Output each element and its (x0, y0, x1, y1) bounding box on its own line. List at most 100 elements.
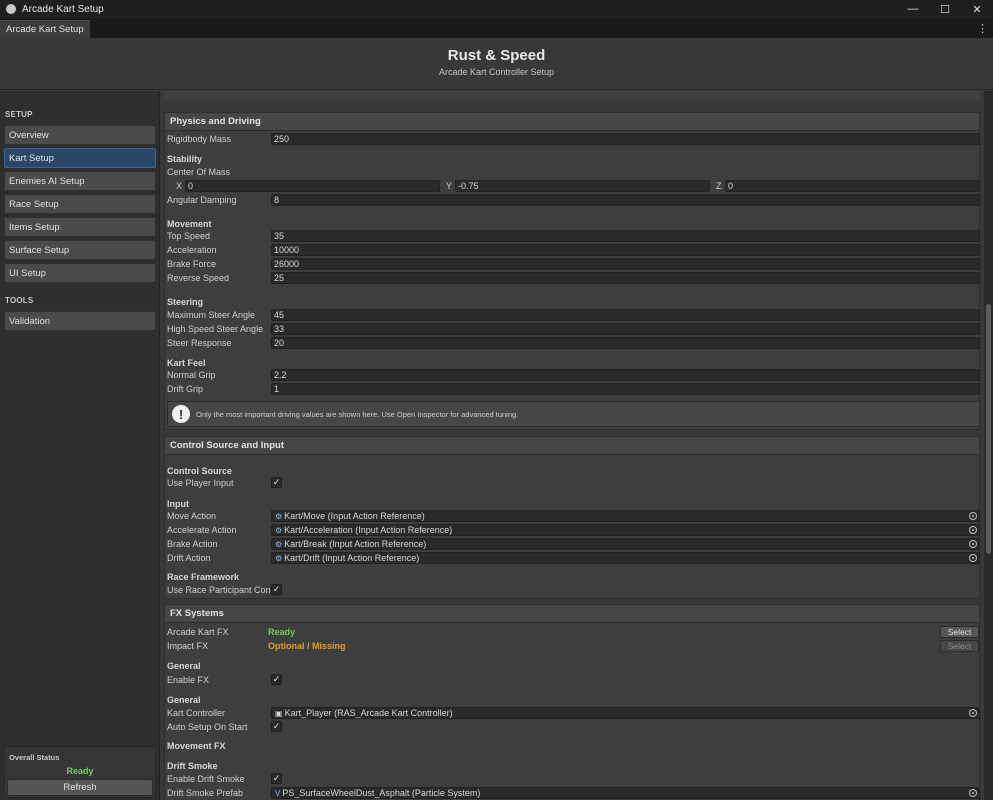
script-icon: ▣ (275, 708, 283, 718)
move-action-label: Move Action (167, 511, 217, 521)
steer-response-field[interactable]: 20 (271, 337, 980, 349)
center-of-mass-y-label: Y (446, 181, 453, 191)
use-player-input-label: Use Player Input (167, 478, 234, 488)
center-of-mass-x-field[interactable]: 0 (185, 180, 440, 192)
reverse-speed-label: Reverse Speed (167, 273, 230, 283)
high-speed-steer-angle-field[interactable]: 33 (271, 323, 980, 335)
enable-drift-smoke-checkbox[interactable]: ✓ (271, 773, 282, 784)
center-of-mass-y-field[interactable]: -0.75 (455, 180, 710, 192)
vertical-scrollbar[interactable] (984, 91, 993, 800)
control-panel: Control Source and Input Control Source … (164, 436, 980, 599)
sidebar-item-enemies-ai-setup[interactable]: Enemies AI Setup (4, 171, 156, 191)
sidebar-item-race-setup[interactable]: Race Setup (4, 194, 156, 214)
normal-grip-field[interactable]: 2.2 (271, 369, 980, 381)
move-action-field[interactable]: ⚙ Kart/Move (Input Action Reference) (271, 510, 980, 522)
window-title: Arcade Kart Setup (22, 3, 104, 15)
rigidbody-mass-field[interactable]: 250 (271, 133, 980, 145)
sidebar-item-surface-setup[interactable]: Surface Setup (4, 240, 156, 260)
drift-smoke-group-label: Drift Smoke (167, 761, 218, 771)
drift-grip-label: Drift Grip (167, 384, 203, 394)
sidebar-item-overview[interactable]: Overview (4, 125, 156, 145)
kart-controller-value: Kart_Player (RAS_Arcade Kart Controller) (284, 708, 453, 718)
object-picker-icon[interactable] (969, 709, 977, 717)
acceleration-label: Acceleration (167, 245, 217, 255)
angular-damping-label: Angular Damping (167, 195, 237, 205)
close-button[interactable]: ✕ (961, 0, 993, 18)
control-panel-header[interactable]: Control Source and Input (165, 437, 979, 455)
sidebar: SETUP Overview Kart Setup Enemies AI Set… (0, 91, 160, 800)
sidebar-item-validation[interactable]: Validation (4, 311, 156, 331)
clipped-previous-row (164, 91, 980, 101)
minimize-icon: — (907, 3, 919, 15)
page-title: Rust & Speed (447, 47, 546, 64)
sidebar-item-ui-setup[interactable]: UI Setup (4, 263, 156, 283)
impact-fx-label: Impact FX (167, 641, 209, 651)
steering-group-label: Steering (167, 297, 204, 307)
refresh-button[interactable]: Refresh (7, 779, 153, 796)
use-player-input-checkbox[interactable]: ✓ (271, 477, 282, 488)
particle-system-icon: V (275, 788, 281, 798)
acceleration-field[interactable]: 10000 (271, 244, 980, 256)
close-icon: ✕ (972, 3, 982, 16)
object-picker-icon[interactable] (969, 526, 977, 534)
enable-fx-checkbox[interactable]: ✓ (271, 674, 282, 685)
unity-icon (6, 4, 16, 14)
normal-grip-label: Normal Grip (167, 370, 216, 380)
general-group-label: General (167, 661, 201, 671)
use-race-participant-label: Use Race Participant Conti (167, 585, 270, 595)
object-picker-icon[interactable] (969, 512, 977, 520)
input-group-label: Input (167, 499, 189, 509)
steer-response-label: Steer Response (167, 338, 232, 348)
impact-fx-select-button[interactable]: Select (940, 640, 979, 652)
maximize-button[interactable]: ☐ (929, 0, 961, 18)
physics-panel-header[interactable]: Physics and Driving (165, 113, 979, 131)
input-action-icon: ⚙ (275, 553, 283, 563)
more-options-icon[interactable]: ⋮ (977, 22, 988, 35)
use-race-participant-checkbox[interactable]: ✓ (271, 584, 282, 595)
object-picker-icon[interactable] (969, 789, 977, 797)
tab-strip: Arcade Kart Setup ⋮ (0, 18, 993, 38)
object-picker-icon[interactable] (969, 540, 977, 548)
high-speed-steer-angle-label: High Speed Steer Angle (167, 324, 264, 334)
scrollbar-thumb[interactable] (986, 304, 991, 554)
angular-damping-field[interactable]: 8 (271, 194, 980, 206)
title-bar: Arcade Kart Setup — ☐ ✕ (0, 0, 993, 18)
sidebar-section-setup: SETUP (5, 110, 33, 119)
general-group-label-2: General (167, 695, 201, 705)
kart-feel-group-label: Kart Feel (167, 358, 206, 368)
drift-smoke-prefab-field[interactable]: V PS_SurfaceWheelDust_Asphalt (Particle … (271, 787, 980, 799)
race-framework-group-label: Race Framework (167, 572, 240, 582)
input-action-icon: ⚙ (275, 511, 283, 521)
drift-smoke-prefab-value: PS_SurfaceWheelDust_Asphalt (Particle Sy… (282, 788, 481, 798)
accelerate-action-value: Kart/Acceleration (Input Action Referenc… (284, 525, 453, 535)
top-speed-field[interactable]: 35 (271, 230, 980, 242)
center-of-mass-x-label: X (176, 181, 183, 191)
center-of-mass-z-field[interactable]: 0 (725, 180, 980, 192)
auto-setup-on-start-label: Auto Setup On Start (167, 722, 248, 732)
fx-panel: FX Systems Arcade Kart FX Ready Select I… (164, 604, 980, 800)
brake-action-field[interactable]: ⚙ Kart/Break (Input Action Reference) (271, 538, 980, 550)
sidebar-section-tools: TOOLS (5, 296, 34, 305)
control-source-group-label: Control Source (167, 466, 233, 476)
max-steer-angle-field[interactable]: 45 (271, 309, 980, 321)
minimize-button[interactable]: — (897, 0, 929, 18)
physics-panel: Physics and Driving Rigidbody Mass 250 S… (164, 112, 980, 430)
object-picker-icon[interactable] (969, 554, 977, 562)
drift-grip-field[interactable]: 1 (271, 383, 980, 395)
sidebar-item-items-setup[interactable]: Items Setup (4, 217, 156, 237)
tab-arcade-kart-setup[interactable]: Arcade Kart Setup (0, 20, 90, 38)
input-action-icon: ⚙ (275, 525, 283, 535)
kart-controller-field[interactable]: ▣ Kart_Player (RAS_Arcade Kart Controlle… (271, 707, 980, 719)
fx-panel-header[interactable]: FX Systems (165, 605, 979, 623)
overall-status-value: Ready (66, 766, 94, 776)
enable-drift-smoke-label: Enable Drift Smoke (167, 774, 245, 784)
sidebar-item-kart-setup[interactable]: Kart Setup (4, 148, 156, 168)
drift-action-field[interactable]: ⚙ Kart/Drift (Input Action Reference) (271, 552, 980, 564)
auto-setup-on-start-checkbox[interactable]: ✓ (271, 721, 282, 732)
reverse-speed-field[interactable]: 25 (271, 272, 980, 284)
accelerate-action-field[interactable]: ⚙ Kart/Acceleration (Input Action Refere… (271, 524, 980, 536)
info-helpbox: ! Only the most important driving values… (167, 401, 980, 427)
top-speed-label: Top Speed (167, 231, 211, 241)
arcade-kart-fx-select-button[interactable]: Select (940, 626, 979, 638)
brake-force-field[interactable]: 26000 (271, 258, 980, 270)
